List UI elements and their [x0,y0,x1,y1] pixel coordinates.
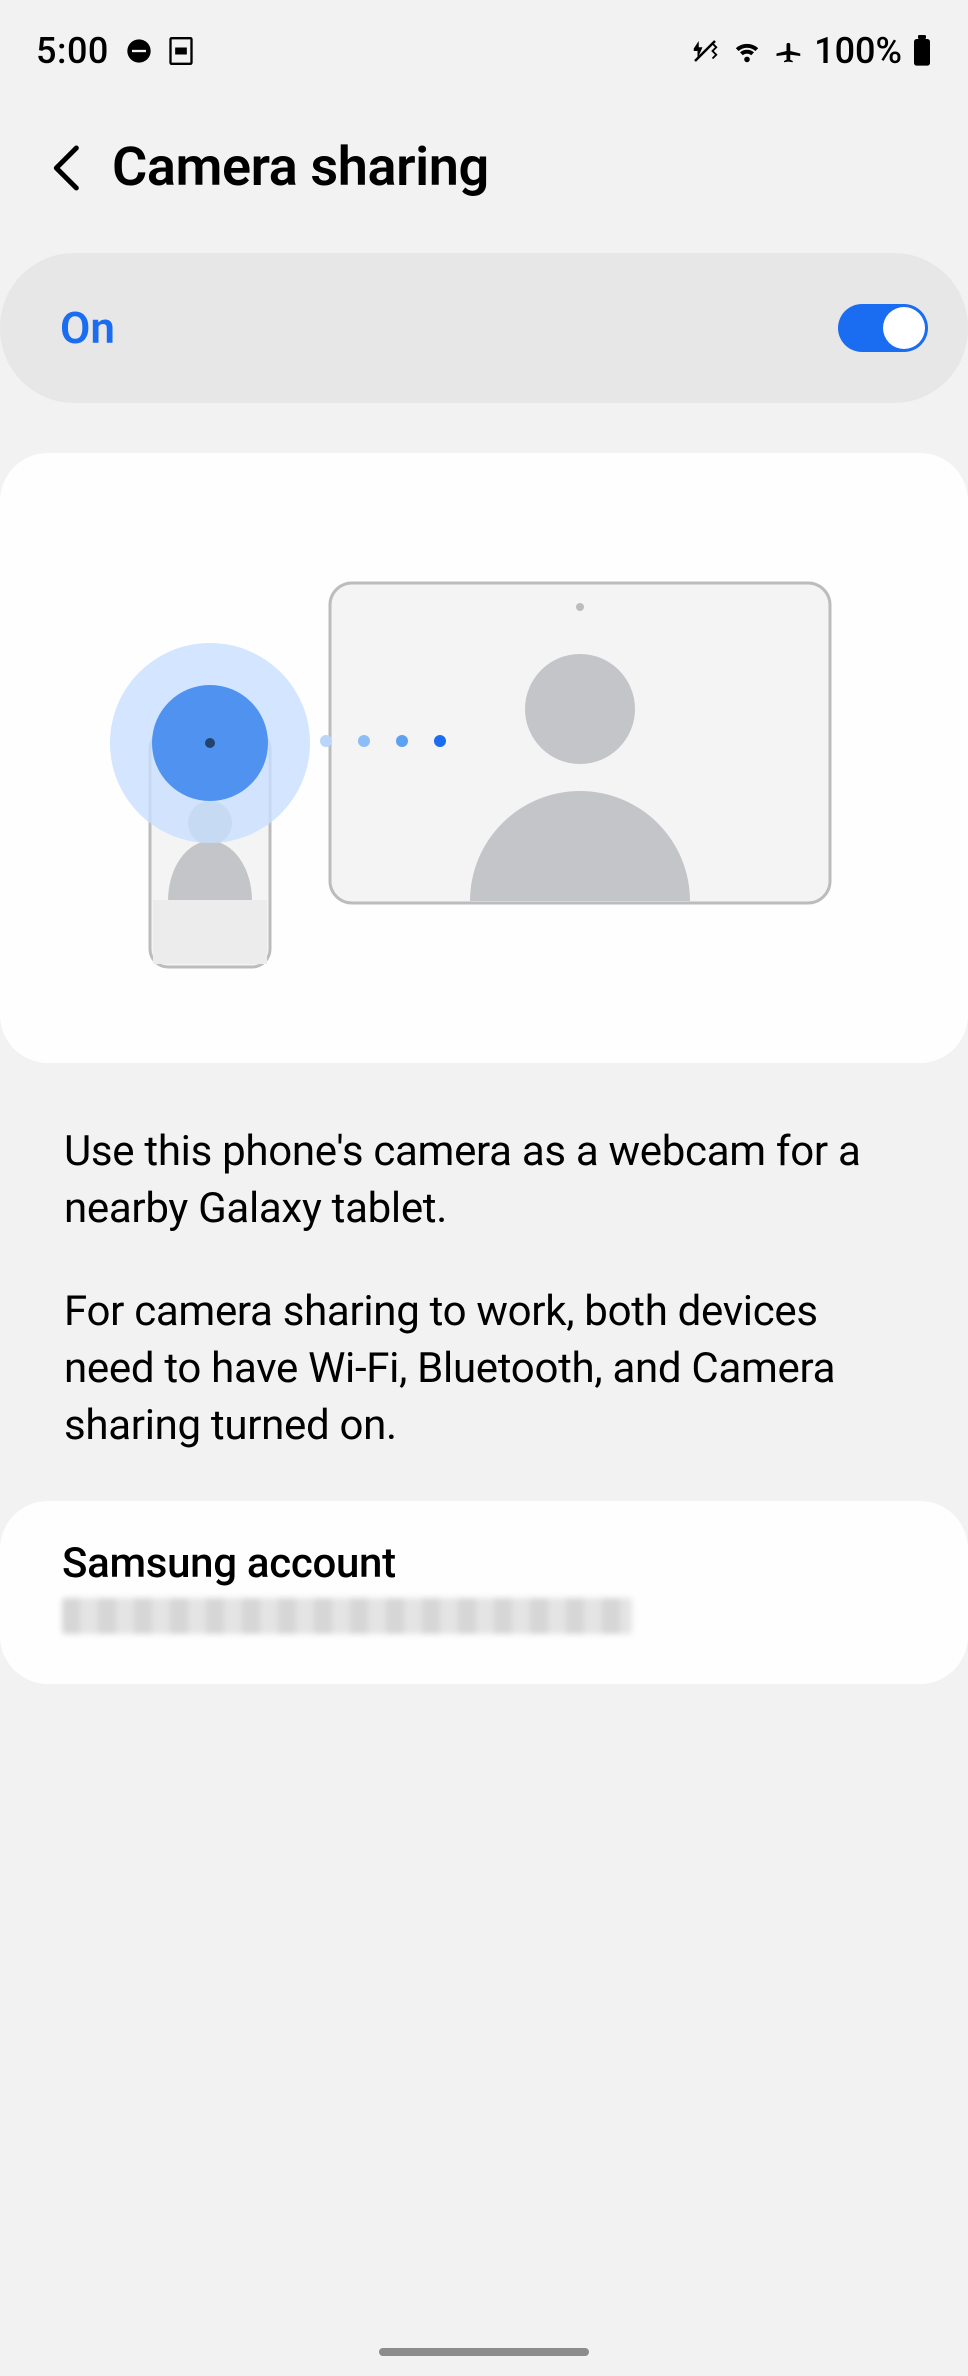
camera-sharing-illustration [0,453,968,1063]
airplane-icon [774,36,804,66]
illustration-card [0,453,968,1063]
page-header: Camera sharing [0,102,968,253]
master-toggle-switch[interactable] [838,304,928,352]
dnd-icon [125,37,153,65]
master-toggle-label: On [60,302,115,354]
status-left: 5:00 [36,30,193,72]
navigation-handle[interactable] [379,2348,589,2356]
battery-icon [912,35,932,67]
status-bar: 5:00 100% [0,0,968,102]
back-icon[interactable] [48,144,88,192]
status-right: 100% [690,30,932,72]
description: Use this phone's camera as a webcam for … [0,1063,968,1455]
page-title: Camera sharing [112,136,489,199]
master-toggle-card[interactable]: On [0,253,968,403]
description-line1: Use this phone's camera as a webcam for … [64,1123,904,1237]
status-time: 5:00 [36,30,109,72]
samsung-account-title: Samsung account [62,1539,906,1588]
vibrate-icon [690,36,720,66]
samsung-account-card[interactable]: Samsung account [0,1501,968,1684]
samsung-account-email [62,1598,632,1634]
battery-text: 100% [814,30,902,72]
card-icon [169,37,193,65]
wifi-icon [730,37,764,65]
description-line2: For camera sharing to work, both devices… [64,1283,904,1454]
